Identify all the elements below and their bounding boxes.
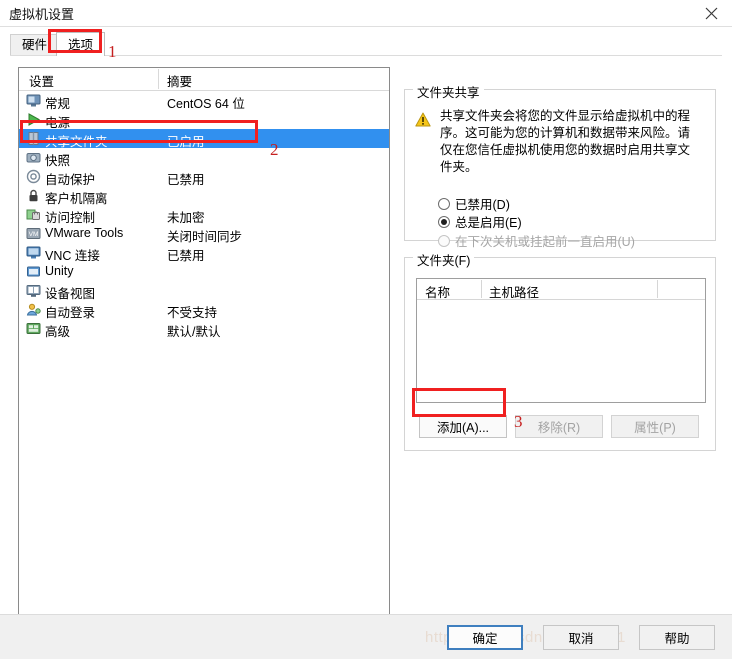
folders-group: 文件夹(F) 名称 主机路径 添加(A)... 移除(R) 属性(P) <box>404 250 716 451</box>
list-item-vmware-tools[interactable]: VM VMware Tools 关闭时间同步 <box>19 224 389 244</box>
tab-underline <box>10 55 722 56</box>
radio-label: 在下次关机或挂起前一直启用(U) <box>455 235 635 249</box>
folder-properties-button: 属性(P) <box>611 415 699 438</box>
radio-sharing-always-enabled[interactable]: 总是启用(E) <box>438 212 522 231</box>
list-item-autoprotect[interactable]: 自动保护 已禁用 <box>19 167 389 187</box>
tab-options[interactable]: 选项 <box>56 32 106 56</box>
title-bar: 虚拟机设置 <box>0 0 732 26</box>
unity-icon <box>26 264 41 279</box>
list-item-power[interactable]: 电源 <box>19 110 389 130</box>
list-item-label: Unity <box>45 264 74 278</box>
column-header-summary: 摘要 <box>167 75 193 89</box>
advanced-icon <box>26 321 41 336</box>
power-icon <box>26 112 41 127</box>
list-item-access-control[interactable]: 访问控制 未加密 <box>19 205 389 225</box>
camera-icon <box>26 150 41 165</box>
radio-mark-icon <box>438 197 450 210</box>
column-header-name: 名称 <box>425 286 451 300</box>
column-header-name: 设置 <box>29 75 55 89</box>
radio-mark-icon <box>438 234 450 247</box>
window-title: 虚拟机设置 <box>9 7 75 22</box>
help-button[interactable]: 帮助 <box>639 625 715 650</box>
radio-label: 总是启用(E) <box>455 216 522 230</box>
list-item-unity[interactable]: Unity <box>19 262 389 281</box>
add-folder-button[interactable]: 添加(A)... <box>419 415 507 438</box>
warning-icon <box>415 112 431 127</box>
list-item-vnc[interactable]: VNC 连接 已禁用 <box>19 243 389 263</box>
list-item-advanced[interactable]: 高级 默认/默认 <box>19 319 389 339</box>
close-icon[interactable] <box>696 1 726 25</box>
radio-mark-icon <box>438 215 450 228</box>
list-item-snapshot[interactable]: 快照 <box>19 148 389 168</box>
folders-table-header: 名称 主机路径 <box>417 279 705 300</box>
folder-icon <box>26 131 41 146</box>
vmware-tools-icon: VM <box>26 226 41 241</box>
radio-sharing-disabled[interactable]: 已禁用(D) <box>438 194 510 213</box>
radio-label: 已禁用(D) <box>455 198 510 212</box>
dialog-footer: https://blog.csdn.net/yk3001 确定 取消 帮助 <box>0 614 732 659</box>
folder-sharing-warning-text: 共享文件夹会将您的文件显示给虚拟机中的程序。这可能为您的计算机和数据带来风险。请… <box>440 109 691 174</box>
monitor-icon <box>26 93 41 108</box>
list-item-label: 高级 <box>45 325 71 339</box>
autologin-icon <box>26 302 41 317</box>
tab-hardware[interactable]: 硬件 <box>10 34 60 55</box>
ok-button[interactable]: 确定 <box>447 625 523 650</box>
column-divider <box>158 69 159 89</box>
column-header-host-path: 主机路径 <box>489 286 540 300</box>
folder-sharing-title: 文件夹共享 <box>413 82 484 101</box>
column-divider <box>481 280 482 298</box>
dialog-body: 硬件 选项 设置 摘要 常规 CentOS 64 位 电源 共享文件夹 已启用 … <box>0 26 732 635</box>
settings-list-header: 设置 摘要 <box>19 68 389 91</box>
deviceview-icon <box>26 283 41 298</box>
list-item-label: VMware Tools <box>45 226 124 240</box>
folders-table[interactable]: 名称 主机路径 <box>416 278 706 403</box>
svg-text:VM: VM <box>29 231 39 238</box>
list-item-device-view[interactable]: 设备视图 <box>19 281 389 301</box>
list-item-autologin[interactable]: 自动登录 不受支持 <box>19 300 389 320</box>
list-item-guest-isolation[interactable]: 客户机隔离 <box>19 186 389 206</box>
folders-group-title: 文件夹(F) <box>413 250 475 269</box>
cancel-button[interactable]: 取消 <box>543 625 619 650</box>
tab-strip: 硬件 选项 <box>10 32 722 56</box>
list-item-general[interactable]: 常规 CentOS 64 位 <box>19 91 389 111</box>
vnc-icon <box>26 245 41 260</box>
radio-sharing-until-shutdown: 在下次关机或挂起前一直启用(U) <box>438 231 635 250</box>
lock-icon <box>26 188 41 203</box>
list-item-shared-folders[interactable]: 共享文件夹 已启用 <box>19 129 389 149</box>
folder-sharing-group: 文件夹共享 共享文件夹会将您的文件显示给虚拟机中的程序。这可能为您的计算机和数据… <box>404 82 716 249</box>
access-icon <box>26 207 41 222</box>
column-divider <box>657 280 658 298</box>
remove-folder-button: 移除(R) <box>515 415 603 438</box>
autoprotect-icon <box>26 169 41 184</box>
settings-list[interactable]: 设置 摘要 常规 CentOS 64 位 电源 共享文件夹 已启用 快照 自动保… <box>18 67 390 635</box>
list-item-summary: 默认/默认 <box>167 325 221 339</box>
